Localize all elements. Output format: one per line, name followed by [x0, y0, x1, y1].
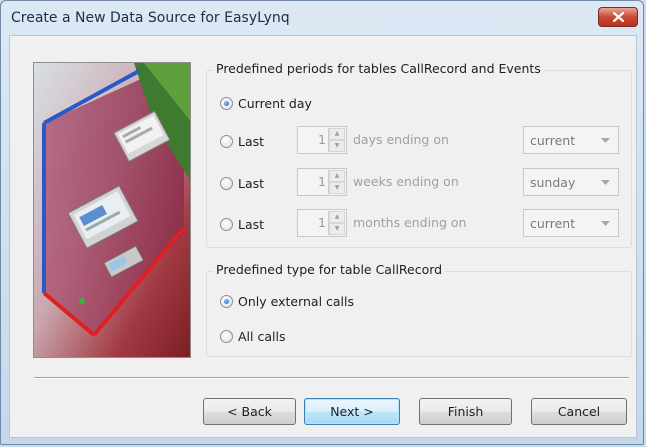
current-day-label: Current day [238, 95, 312, 111]
close-icon [613, 12, 624, 22]
weeks-count-value: 1 [318, 174, 326, 189]
only-external-calls-label: Only external calls [238, 293, 355, 309]
days-count-spinner[interactable]: 1 ▲ ▼ [297, 126, 347, 154]
last-weeks-radio-button[interactable] [220, 176, 233, 190]
months-ending-combo[interactable]: current [523, 209, 619, 237]
last-weeks-radio[interactable]: Last [220, 174, 264, 192]
chevron-down-icon [601, 180, 610, 185]
last-days-radio[interactable]: Last [220, 132, 264, 150]
call-type-group-title: Predefined type for table CallRecord [213, 262, 446, 277]
all-calls-radio-button[interactable] [220, 329, 233, 343]
window-title: Create a New Data Source for EasyLynq [11, 10, 290, 26]
months-ending-value: current [530, 216, 576, 231]
only-external-calls-radio[interactable]: Only external calls [220, 292, 354, 310]
months-spin-down-button[interactable]: ▼ [329, 223, 345, 235]
last-days-label: Last [238, 133, 265, 149]
last-months-label: Last [238, 216, 265, 232]
periods-group-title: Predefined periods for tables CallRecord… [213, 61, 544, 76]
finish-button[interactable]: Finish [419, 398, 512, 425]
last-days-radio-button[interactable] [220, 134, 233, 148]
days-spin-down-button[interactable]: ▼ [329, 140, 345, 152]
last-months-radio[interactable]: Last [220, 215, 264, 233]
days-spin-up-button[interactable]: ▲ [329, 128, 345, 140]
months-count-spinner[interactable]: 1 ▲ ▼ [297, 209, 347, 237]
dialog-window: Create a New Data Source for EasyLynq Pr… [0, 0, 644, 445]
weeks-ending-value: sunday [530, 175, 576, 190]
last-weeks-label: Last [238, 175, 265, 191]
months-spin-up-button[interactable]: ▲ [329, 211, 345, 223]
all-calls-radio[interactable]: All calls [220, 327, 285, 345]
days-ending-combo[interactable]: current [523, 126, 619, 154]
weeks-ending-combo[interactable]: sunday [523, 168, 619, 196]
dialog-body: Predefined periods for tables CallRecord… [9, 35, 637, 438]
weeks-spin-down-button[interactable]: ▼ [329, 182, 345, 194]
days-ending-label: days ending on [353, 132, 449, 147]
last-months-radio-button[interactable] [220, 217, 233, 231]
months-count-value: 1 [318, 215, 326, 230]
current-day-radio-button[interactable] [220, 96, 233, 110]
close-button[interactable] [598, 7, 638, 27]
weeks-spin-up-button[interactable]: ▲ [329, 170, 345, 182]
all-calls-label: All calls [238, 328, 286, 344]
cancel-button[interactable]: Cancel [531, 398, 627, 425]
only-external-calls-radio-button[interactable] [220, 294, 233, 308]
days-ending-value: current [530, 133, 576, 148]
back-button[interactable]: < Back [203, 398, 296, 425]
weeks-count-spinner[interactable]: 1 ▲ ▼ [297, 168, 347, 196]
chevron-down-icon [601, 221, 610, 226]
days-count-value: 1 [318, 132, 326, 147]
chevron-down-icon [601, 138, 610, 143]
title-bar[interactable]: Create a New Data Source for EasyLynq [1, 1, 643, 35]
weeks-ending-label: weeks ending on [353, 174, 459, 189]
wizard-banner-image [33, 62, 191, 358]
next-button[interactable]: Next > [304, 398, 400, 425]
months-ending-label: months ending on [353, 215, 467, 230]
current-day-radio[interactable]: Current day [220, 94, 312, 112]
button-separator [34, 377, 629, 379]
